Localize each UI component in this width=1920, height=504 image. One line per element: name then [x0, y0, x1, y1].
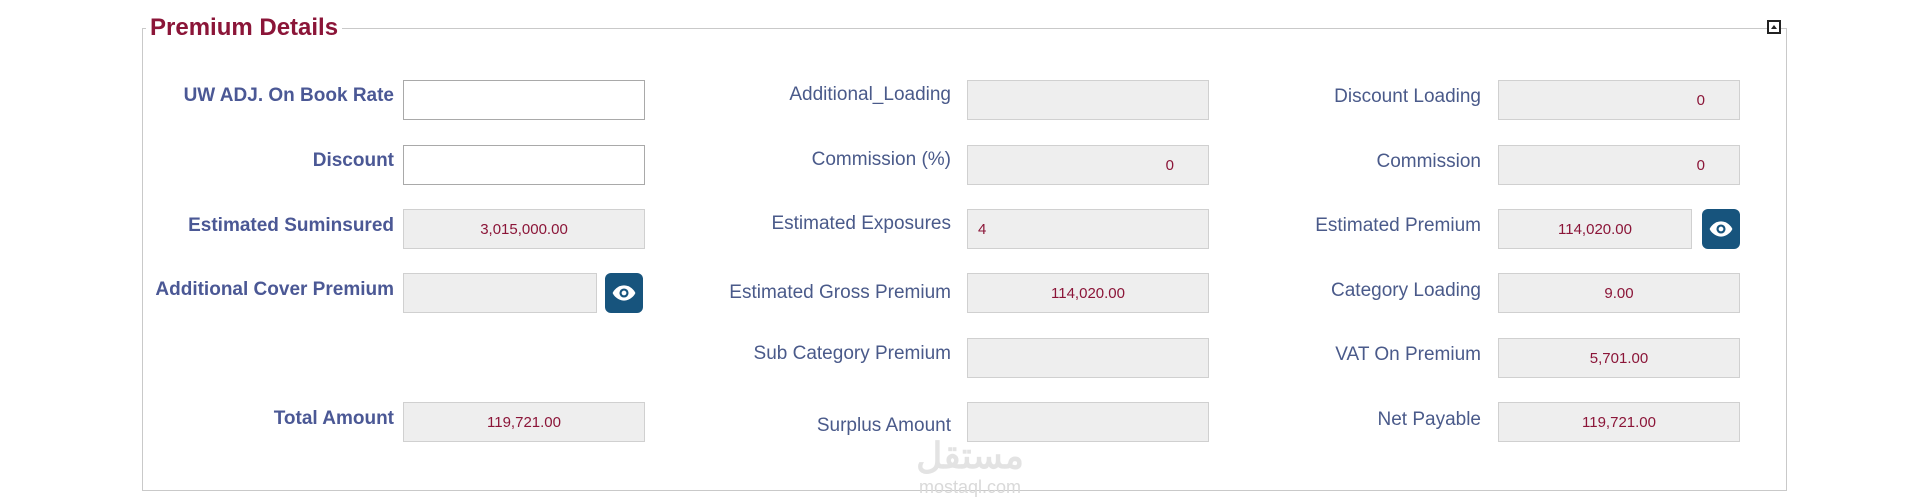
uw-adj-label: UW ADJ. On Book Rate [183, 85, 394, 106]
watermark-latin: mostaql.com [918, 477, 1022, 497]
discount-loading-field [1498, 80, 1740, 120]
sub-category-premium-label: Sub Category Premium [753, 343, 951, 364]
net-payable-field [1498, 402, 1740, 442]
view-additional-cover-button[interactable] [605, 273, 643, 313]
category-loading-label: Category Loading [1331, 280, 1481, 301]
sub-category-premium-field [967, 338, 1209, 378]
panel-title: Premium Details [146, 12, 343, 44]
vat-on-premium-label: VAT On Premium [1335, 344, 1481, 365]
commission-field [1498, 145, 1740, 185]
surplus-amount-label: Surplus Amount [816, 415, 951, 436]
category-loading-field [1498, 273, 1740, 313]
vat-on-premium-field [1498, 338, 1740, 378]
estimated-gross-premium-label: Estimated Gross Premium [729, 282, 951, 303]
estimated-premium-label: Estimated Premium [1315, 215, 1481, 236]
commission-label: Commission [1376, 151, 1481, 172]
estimated-gross-premium-field [967, 273, 1209, 313]
additional-cover-premium-field [403, 273, 597, 313]
additional-cover-premium-label: Additional Cover Premium [155, 279, 394, 300]
additional-loading-label: Additional_Loading [789, 84, 951, 105]
estimated-exposures-label: Estimated Exposures [771, 213, 951, 234]
total-amount-label: Total Amount [273, 408, 394, 429]
additional-loading-field [967, 80, 1209, 120]
eye-icon [611, 280, 637, 306]
total-amount-field [403, 402, 645, 442]
discount-loading-label: Discount Loading [1334, 86, 1481, 107]
discount-label: Discount [312, 150, 394, 171]
collapse-up-icon[interactable] [1767, 20, 1781, 34]
watermark-arabic: مستقل [916, 435, 1024, 476]
discount-input[interactable] [403, 145, 645, 185]
estimated-exposures-field [967, 209, 1209, 249]
net-payable-label: Net Payable [1377, 409, 1481, 430]
estimated-suminsured-field [403, 209, 645, 249]
estimated-suminsured-label: Estimated Suminsured [188, 215, 394, 236]
estimated-premium-field [1498, 209, 1692, 249]
uw-adj-input[interactable] [403, 80, 645, 120]
commission-pct-label: Commission (%) [811, 149, 951, 170]
view-estimated-premium-button[interactable] [1702, 209, 1740, 249]
watermark: مستقل mostaql.com [900, 436, 1040, 498]
commission-pct-field [967, 145, 1209, 185]
eye-icon [1708, 216, 1734, 242]
